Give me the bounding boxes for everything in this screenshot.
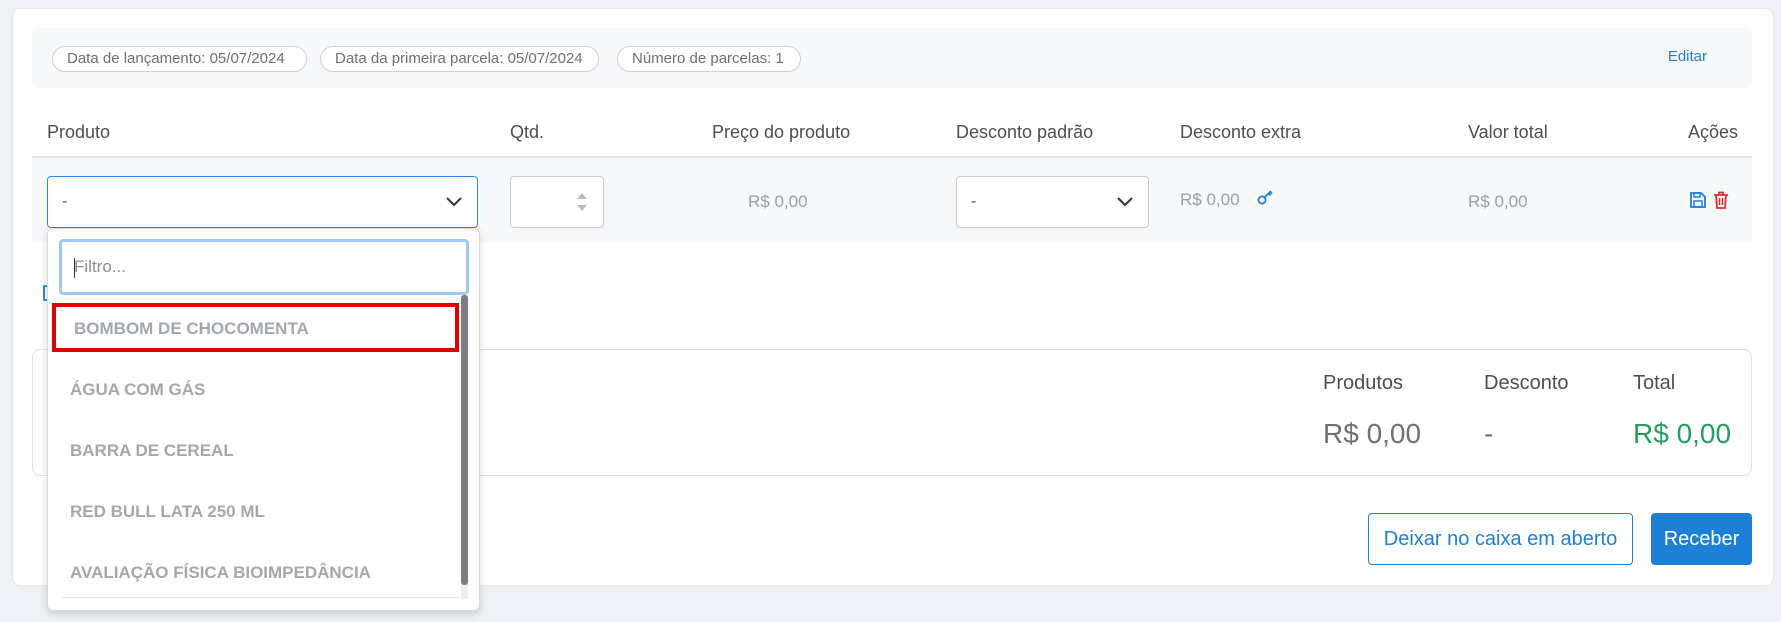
launch-date-chip: Data de lançamento: 05/07/2024 [52,46,307,72]
leave-open-button[interactable]: Deixar no caixa em aberto [1368,513,1633,565]
dropdown-option[interactable]: ÁGUA COM GÁS [48,364,458,416]
product-price: R$ 0,00 [748,192,808,211]
extra-discount-value: R$ 0,00 [1180,190,1240,209]
filter-input[interactable] [62,242,466,292]
header-standard-discount: Desconto padrão [956,122,1094,142]
filter-field[interactable] [59,239,469,295]
option-divider [62,597,460,598]
header-price: Preço do produto [712,122,851,142]
product-dropdown: BOMBOM DE CHOCOMENTA ÁGUA COM GÁS BARRA … [47,228,480,611]
row-total-value: R$ 0,00 [1468,192,1528,211]
first-installment-chip: Data da primeira parcela: 05/07/2024 [320,46,599,72]
standard-discount-select[interactable]: - [956,176,1149,228]
trash-icon[interactable] [1712,190,1730,210]
header-actions: Ações [1687,122,1738,142]
header-product: Produto [47,122,111,142]
dropdown-option[interactable]: BARRA DE CEREAL [48,425,458,477]
table-header: Produto Qtd. Preço do produto Desconto p… [32,106,1752,158]
dropdown-option[interactable]: BOMBOM DE CHOCOMENTA [52,303,459,352]
key-icon[interactable] [1257,188,1275,206]
installments-chip: Número de parcelas: 1 [617,46,801,72]
summary-discount-value: - [1484,418,1494,449]
save-icon[interactable] [1689,190,1707,210]
summary-products-label: Produtos [1323,372,1404,394]
spinner-arrows-icon[interactable] [575,191,589,213]
chevron-down-icon [1117,197,1133,207]
header-extra-discount: Desconto extra [1180,122,1302,142]
standard-discount-value: - [971,193,977,210]
chevron-down-icon [446,197,462,207]
header-qty: Qtd. [510,122,545,142]
quantity-stepper[interactable] [510,176,604,228]
summary-total-value: R$ 0,00 [1633,418,1732,449]
summary-total-label: Total [1633,372,1676,394]
summary-products-value: R$ 0,00 [1323,418,1422,449]
dropdown-option[interactable]: RED BULL LATA 250 ML [48,486,458,538]
edit-link[interactable]: Editar [1668,48,1707,65]
sale-info-bar: Data de lançamento: 05/07/2024 Data da p… [32,28,1752,88]
text-caret [74,258,75,278]
product-select[interactable]: - [47,176,478,228]
product-select-value: - [62,193,68,210]
dropdown-option[interactable]: AVALIAÇÃO FÍSICA BIOIMPEDÂNCIA [48,547,458,599]
header-total: Valor total [1468,122,1548,142]
receive-button[interactable]: Receber [1651,513,1752,565]
dropdown-scrollbar-thumb[interactable] [461,295,468,585]
summary-discount-label: Desconto [1484,372,1569,394]
